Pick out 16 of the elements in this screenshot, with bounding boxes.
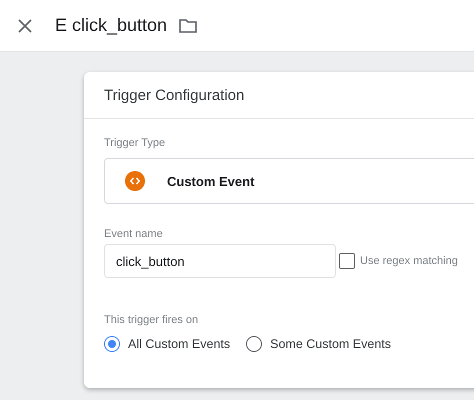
folder-icon[interactable] [179, 18, 198, 32]
card-title: Trigger Configuration [104, 86, 244, 104]
tag-title[interactable]: E click_button [55, 15, 168, 36]
trigger-type-selector[interactable]: Custom Event [104, 158, 474, 204]
field-label: Trigger Type [104, 137, 166, 149]
radio-button[interactable] [104, 336, 120, 352]
event-name-field[interactable]: click_button [104, 244, 336, 278]
radio-label[interactable]: Some Custom Events [270, 337, 392, 351]
close-icon[interactable] [18, 18, 32, 32]
code-icon [125, 171, 145, 191]
radio-label[interactable]: All Custom Events [128, 337, 230, 351]
field-label: Event name [104, 228, 163, 240]
checkbox-label: Use regex matching [360, 255, 458, 267]
field-label: This trigger fires on [104, 314, 198, 326]
regex-checkbox[interactable] [339, 253, 355, 269]
radio-button[interactable] [246, 336, 262, 352]
